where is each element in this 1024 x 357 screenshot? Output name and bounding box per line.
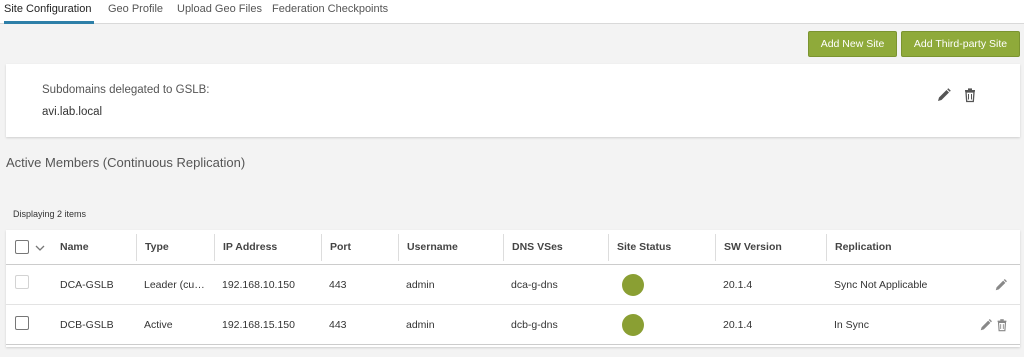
add-new-site-button[interactable]: Add New Site [808, 31, 897, 57]
column-header-replication[interactable]: Replication [826, 234, 1020, 261]
table-row: DCA-GSLB Leader (current) 192.168.10.150… [6, 265, 1020, 305]
row-checkbox[interactable] [15, 316, 29, 330]
cell-port: 443 [329, 279, 347, 291]
display-count: Displaying 2 items [13, 209, 87, 219]
column-header-ip-address[interactable]: IP Address [214, 234, 322, 261]
pencil-icon[interactable] [979, 318, 993, 332]
cell-type: Leader (current) [144, 279, 208, 291]
subdomains-value: avi.lab.local [42, 106, 103, 118]
subdomains-label: Subdomains delegated to GSLB: [42, 84, 210, 96]
cell-name: DCB-GSLB [60, 319, 114, 331]
section-title: Active Members (Continuous Replication) [6, 155, 246, 170]
cell-type: Active [144, 319, 173, 331]
table-row: DCB-GSLB Active 192.168.15.150 443 admin… [6, 305, 1020, 345]
column-header-name[interactable]: Name [52, 234, 137, 261]
row-checkbox [15, 275, 29, 289]
tab-site-configuration[interactable]: Site Configuration [4, 3, 91, 15]
select-all-checkbox[interactable] [15, 240, 29, 254]
trash-icon[interactable] [962, 87, 978, 103]
cell-name: DCA-GSLB [60, 279, 114, 291]
cell-ip-address: 192.168.10.150 [222, 279, 295, 291]
pencil-icon[interactable] [936, 87, 952, 103]
tab-bar: Site Configuration Geo Profile Upload Ge… [0, 0, 1024, 24]
cell-dns-vses[interactable]: dca-g-dns [503, 265, 609, 305]
status-circle-icon [622, 274, 644, 296]
tab-upload-geo-files[interactable]: Upload Geo Files [177, 3, 262, 15]
tab-geo-profile[interactable]: Geo Profile [108, 3, 163, 15]
table-header: Name Type IP Address Port Username DNS V… [6, 230, 1020, 265]
column-header-site-status[interactable]: Site Status [608, 234, 716, 261]
subdomains-card: Subdomains delegated to GSLB: avi.lab.lo… [6, 64, 1020, 137]
members-table: Name Type IP Address Port Username DNS V… [6, 230, 1020, 347]
cell-username: admin [406, 279, 435, 291]
cell-sw-version: 20.1.4 [723, 319, 753, 331]
chevron-down-icon[interactable] [34, 241, 46, 253]
cell-dns-vses[interactable]: dcb-g-dns [503, 305, 609, 345]
column-header-type[interactable]: Type [136, 234, 214, 261]
trash-icon[interactable] [995, 318, 1009, 332]
cell-replication: Sync Not Applicable [834, 279, 928, 291]
cell-username: admin [406, 319, 435, 331]
cell-sw-version: 20.1.4 [723, 279, 753, 291]
column-header-dns-vses[interactable]: DNS VSes [503, 234, 609, 261]
status-circle-icon [622, 314, 644, 336]
column-header-username[interactable]: Username [398, 234, 504, 261]
cell-replication: In Sync [834, 319, 870, 331]
active-tab-indicator [4, 21, 94, 24]
cell-ip-address: 192.168.15.150 [222, 319, 295, 331]
cell-port: 443 [329, 319, 347, 331]
column-header-sw-version[interactable]: SW Version [715, 234, 827, 261]
pencil-icon[interactable] [994, 278, 1008, 292]
column-header-port[interactable]: Port [321, 234, 399, 261]
tab-federation-checkpoints[interactable]: Federation Checkpoints [272, 3, 388, 15]
add-third-party-site-button[interactable]: Add Third-party Site [901, 31, 1020, 57]
